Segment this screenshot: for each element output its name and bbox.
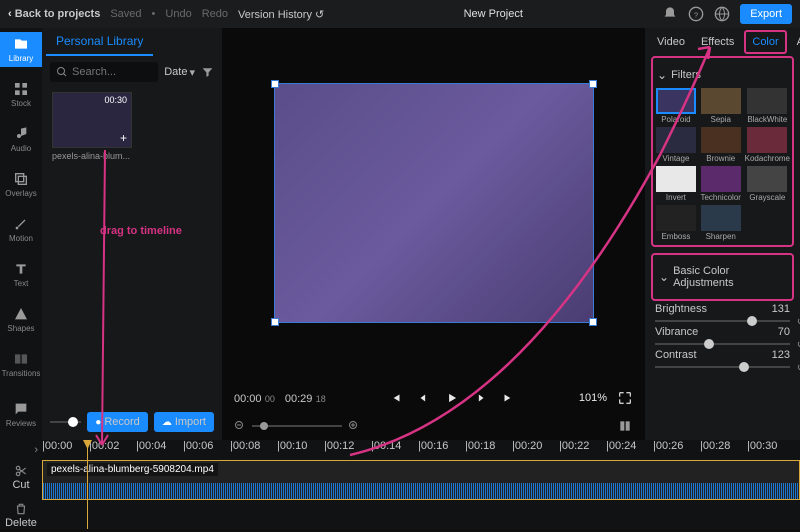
resize-handle-tr[interactable] (589, 80, 597, 88)
filter-sepia[interactable]: Sepia (700, 88, 742, 124)
project-title[interactable]: New Project (336, 8, 650, 20)
filter-invert[interactable]: Invert (655, 166, 697, 202)
version-history-button[interactable]: Version History ↺ (238, 8, 324, 21)
left-toolbar: Library Stock Audio Overlays Motion Text… (0, 28, 42, 440)
slider-vibrance[interactable]: Vibrance70↺ (651, 324, 794, 347)
filter-blackwhite[interactable]: BlackWhite (745, 88, 790, 124)
saved-status: Saved (110, 8, 141, 20)
filter-brownie[interactable]: Brownie (700, 127, 742, 163)
filter-polaroid[interactable]: Polaroid (655, 88, 697, 124)
help-icon[interactable]: ? (688, 6, 704, 22)
timeline: › Cut Delete |00:00|00:02|00:04|00:06|00… (0, 440, 800, 529)
filter-vintage[interactable]: Vintage (655, 127, 697, 163)
sidebar-item-overlays[interactable]: Overlays (5, 167, 37, 202)
fullscreen-icon[interactable] (617, 390, 633, 406)
sidebar-item-motion[interactable]: Motion (9, 212, 33, 247)
video-canvas[interactable] (274, 83, 594, 323)
sidebar-item-transitions[interactable]: Transitions (2, 347, 41, 382)
filter-grayscale[interactable]: Grayscale (745, 166, 790, 202)
library-slider[interactable] (50, 421, 81, 423)
zoom-value[interactable]: 101% (579, 392, 607, 404)
skip-end-icon[interactable] (501, 391, 515, 405)
timeline-ruler[interactable]: |00:00|00:02|00:04|00:06|00:08|00:10|00:… (42, 440, 800, 458)
sidebar-item-shapes[interactable]: Shapes (7, 302, 34, 337)
tab-effects[interactable]: Effects (695, 32, 740, 52)
timeline-clip[interactable]: pexels-alina-blumberg-5908204.mp4 (42, 460, 800, 500)
import-button[interactable]: ☁ Import (154, 412, 214, 432)
undo-button[interactable]: Undo (165, 8, 191, 20)
sidebar-item-stock[interactable]: Stock (11, 77, 31, 112)
topbar: ‹ Back to projects Saved • Undo Redo Ver… (0, 0, 800, 28)
properties-panel: Video Effects Color Audio ⌄ Filters Pola… (645, 28, 800, 440)
annotation-drag: drag to timeline (100, 225, 182, 237)
slider-contrast[interactable]: Contrast123↺ (651, 347, 794, 370)
record-button[interactable]: ● Record (87, 412, 148, 432)
sidebar-item-reviews[interactable]: Reviews (6, 397, 36, 432)
svg-text:?: ? (694, 10, 698, 19)
tab-color[interactable]: Color (744, 30, 786, 54)
timeline-cut[interactable]: Cut (12, 460, 29, 494)
back-link[interactable]: ‹ Back to projects (8, 8, 100, 20)
sidebar-item-library[interactable]: Library (0, 32, 42, 67)
timeline-delete[interactable]: Delete (5, 498, 37, 532)
zoom-slider[interactable] (252, 425, 342, 427)
time-current: 00:00 00 (234, 391, 275, 405)
tab-video[interactable]: Video (651, 32, 691, 52)
tab-audio[interactable]: Audio (791, 32, 800, 52)
sidebar-item-audio[interactable]: Audio (11, 122, 31, 157)
search-input[interactable] (72, 66, 142, 78)
saved-dot: • (152, 8, 156, 20)
clip-duration: 00:30 (104, 95, 127, 105)
preview-panel: 00:00 00 00:29 18 101% (222, 28, 645, 440)
resize-handle-br[interactable] (589, 318, 597, 326)
search-icon (56, 66, 68, 78)
adjustments-header[interactable]: ⌄ Basic Color Adjustments (657, 259, 788, 295)
filter-sharpen[interactable]: Sharpen (700, 205, 742, 241)
zoom-in-icon[interactable] (348, 418, 360, 434)
filter-icon[interactable] (201, 64, 214, 80)
filter-technicolor[interactable]: Technicolor (700, 166, 742, 202)
library-tab-personal[interactable]: Personal Library (46, 28, 153, 56)
prev-frame-icon[interactable] (417, 391, 431, 405)
time-total: 00:29 18 (285, 391, 326, 405)
playhead[interactable] (87, 440, 88, 529)
zoom-out-icon[interactable] (234, 418, 246, 434)
timeline-clip-name: pexels-alina-blumberg-5908204.mp4 (47, 463, 218, 476)
settings-icon[interactable] (617, 418, 633, 434)
library-clip[interactable]: 00:30 + pexels-alina-blum... (52, 92, 132, 161)
play-icon[interactable] (445, 391, 459, 405)
resize-handle-tl[interactable] (271, 80, 279, 88)
search-input-wrap[interactable] (50, 62, 158, 82)
sidebar-item-text[interactable]: Text (13, 257, 29, 292)
skip-start-icon[interactable] (389, 391, 403, 405)
date-sort[interactable]: Date ▾ (164, 66, 195, 79)
timeline-expand[interactable]: › (0, 444, 42, 456)
redo-button[interactable]: Redo (202, 8, 228, 20)
globe-icon[interactable] (714, 6, 730, 22)
export-button[interactable]: Export (740, 4, 792, 24)
filter-emboss[interactable]: Emboss (655, 205, 697, 241)
add-clip-icon[interactable]: + (120, 131, 127, 145)
waveform (43, 483, 799, 499)
filters-header[interactable]: ⌄ Filters (655, 62, 790, 88)
slider-brightness[interactable]: Brightness131↺ (651, 301, 794, 324)
resize-handle-bl[interactable] (271, 318, 279, 326)
next-frame-icon[interactable] (473, 391, 487, 405)
filter-kodachrome[interactable]: Kodachrome (745, 127, 790, 163)
bell-icon[interactable] (662, 6, 678, 22)
clip-name: pexels-alina-blum... (52, 151, 132, 161)
